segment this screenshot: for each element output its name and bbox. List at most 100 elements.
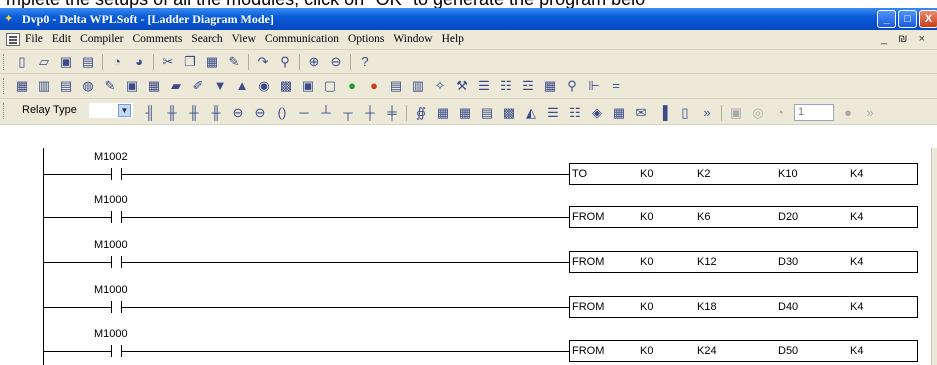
step2-icon[interactable]: ☷ — [567, 105, 583, 121]
offline-icon[interactable]: ▥ — [410, 78, 426, 94]
tool-icon[interactable]: ⚒ — [454, 78, 470, 94]
minimize-button[interactable]: _ — [877, 10, 896, 28]
instruction2-icon[interactable]: ▦ — [457, 105, 473, 121]
table-icon[interactable]: ▦ — [146, 78, 162, 94]
instruction-mode-icon[interactable]: ▤ — [58, 78, 74, 94]
device-comment-icon[interactable]: ▣ — [124, 78, 140, 94]
mdi-window-controls[interactable]: _ ₪ × — [881, 33, 929, 45]
chevron-down-icon[interactable]: ▼ — [118, 104, 131, 117]
f6-contact-icon[interactable]: ⊖ — [252, 105, 268, 121]
save-all-icon[interactable]: ▤ — [80, 54, 96, 70]
write-plc-icon[interactable]: ▲ — [234, 78, 250, 94]
window-titlebar[interactable]: ✦ Dvp0 - Delta WPLSoft - [Ladder Diagram… — [0, 8, 937, 30]
trend-icon[interactable]: ◭ — [523, 105, 539, 121]
signal-icon[interactable]: ⊩ — [586, 78, 602, 94]
toolbar-grip[interactable] — [3, 103, 6, 119]
f4-contact-icon[interactable]: ╫ — [208, 105, 224, 121]
instruction-box[interactable]: FROM K0 K18 D40 K4 — [569, 296, 918, 318]
forward-icon[interactable]: » — [862, 105, 878, 121]
zoom-in-icon[interactable]: ⊕ — [306, 54, 322, 70]
undo-icon[interactable]: ◔ — [109, 54, 125, 70]
relay-type-select[interactable]: ▼ — [88, 102, 134, 119]
f5-contact-icon[interactable]: ⊖ — [230, 105, 246, 121]
paste-icon[interactable]: ▦ — [204, 54, 220, 70]
wizard-icon[interactable]: ✧ — [432, 78, 448, 94]
menu-help[interactable]: Help — [442, 33, 464, 45]
cut-icon[interactable]: ✂ — [160, 54, 176, 70]
menu-search[interactable]: Search — [191, 33, 222, 45]
compile-icon[interactable]: ◍ — [80, 78, 96, 94]
ladder-rung[interactable]: M1000 FROM K0 K18 D40 K4 — [43, 281, 918, 327]
f2-contact-icon[interactable]: ╫ — [164, 105, 180, 121]
menu-compiler[interactable]: Compiler — [80, 33, 123, 45]
device-icon[interactable]: ▢ — [322, 78, 338, 94]
list-icon[interactable]: ☰ — [476, 78, 492, 94]
stop-icon[interactable]: ● — [366, 78, 382, 94]
menu-edit[interactable]: Edit — [52, 33, 71, 45]
read-plc-icon[interactable]: ▼ — [212, 78, 228, 94]
sfc-mode-icon[interactable]: ▥ — [36, 78, 52, 94]
list2-icon[interactable]: ☷ — [498, 78, 514, 94]
pen-icon[interactable]: ✐ — [190, 78, 206, 94]
instruction-box[interactable]: FROM K0 K6 D20 K4 — [569, 206, 918, 228]
ladder-canvas[interactable]: M1002 TO K0 K2 K10 K4 M1000 FROM K0 K6 D… — [0, 148, 937, 365]
f12-line-icon[interactable]: ╪ — [384, 105, 400, 121]
menu-file[interactable]: File — [25, 33, 43, 45]
ladder-mode-icon[interactable]: ▦ — [14, 78, 30, 94]
zoom-icon[interactable]: ⚲ — [564, 78, 580, 94]
clock-icon[interactable]: ◔ — [772, 105, 788, 121]
menu-window[interactable]: Window — [393, 33, 432, 45]
new-file-icon[interactable]: ▯ — [14, 54, 30, 70]
jump-icon[interactable]: ↷ — [255, 54, 271, 70]
instruction-box[interactable]: TO K0 K2 K10 K4 — [569, 163, 918, 185]
f9-line-icon[interactable]: ┴ — [318, 105, 334, 121]
ladder-rung[interactable]: M1002 TO K0 K2 K10 K4 — [43, 148, 918, 194]
open-folder-icon[interactable]: ▱ — [36, 54, 52, 70]
f8-line-icon[interactable]: ─ — [296, 105, 312, 121]
registry-icon[interactable]: ▩ — [278, 78, 294, 94]
mail-icon[interactable]: ✉ — [633, 105, 649, 121]
monitor-icon[interactable]: ◉ — [256, 78, 272, 94]
instruction-box[interactable]: FROM K0 K12 D30 K4 — [569, 251, 918, 273]
document-icon[interactable] — [6, 33, 20, 46]
grid-icon[interactable]: ▦ — [611, 105, 627, 121]
menu-view[interactable]: View — [232, 33, 256, 45]
menu-communication[interactable]: Communication — [265, 33, 339, 45]
f11-line-icon[interactable]: ┼ — [362, 105, 378, 121]
diamond-icon[interactable]: ◈ — [589, 105, 605, 121]
map-icon[interactable]: ▦ — [542, 78, 558, 94]
edit-comment-icon[interactable]: ✎ — [102, 78, 118, 94]
list3-icon[interactable]: ☲ — [520, 78, 536, 94]
eraser-icon[interactable]: ✎ — [226, 54, 242, 70]
folder-icon[interactable]: ▰ — [168, 78, 184, 94]
online-icon[interactable]: ▤ — [388, 78, 404, 94]
bar-icon[interactable]: ▐ — [655, 105, 671, 121]
camera-icon[interactable]: ◎ — [750, 105, 766, 121]
f1-contact-icon[interactable]: ╢ — [142, 105, 158, 121]
pid-icon[interactable]: ▤ — [479, 105, 495, 121]
redo-icon[interactable]: ◕ — [131, 54, 147, 70]
ladder-rung[interactable]: M1000 FROM K0 K24 D50 K4 — [43, 325, 918, 365]
search-icon[interactable]: ⚲ — [277, 54, 293, 70]
f7-coil-icon[interactable]: () — [274, 105, 290, 121]
f3-contact-icon[interactable]: ╫ — [186, 105, 202, 121]
menu-comments[interactable]: Comments — [133, 33, 183, 45]
record-icon[interactable]: ● — [840, 105, 856, 121]
memory-icon[interactable]: ▣ — [300, 78, 316, 94]
close-button[interactable]: X — [919, 10, 937, 28]
instruction-icon[interactable]: ▦ — [435, 105, 451, 121]
save-icon[interactable]: ▣ — [58, 54, 74, 70]
toolbar-grip[interactable] — [3, 54, 6, 70]
step-icon[interactable]: ☰ — [545, 105, 561, 121]
menu-options[interactable]: Options — [348, 33, 384, 45]
vertical-scrollbar[interactable] — [931, 148, 937, 365]
toolbar-grip[interactable] — [3, 78, 6, 94]
copy-icon[interactable]: ❐ — [182, 54, 198, 70]
overflow-icon[interactable]: » — [699, 105, 715, 121]
chart-icon[interactable]: ▩ — [501, 105, 517, 121]
instruction-box[interactable]: FROM K0 K24 D50 K4 — [569, 340, 918, 362]
ladder-rung[interactable]: M1000 FROM K0 K6 D20 K4 — [43, 191, 918, 237]
page-icon[interactable]: ▯ — [677, 105, 693, 121]
help-icon[interactable]: ? — [357, 54, 373, 70]
run-icon[interactable]: ● — [344, 78, 360, 94]
